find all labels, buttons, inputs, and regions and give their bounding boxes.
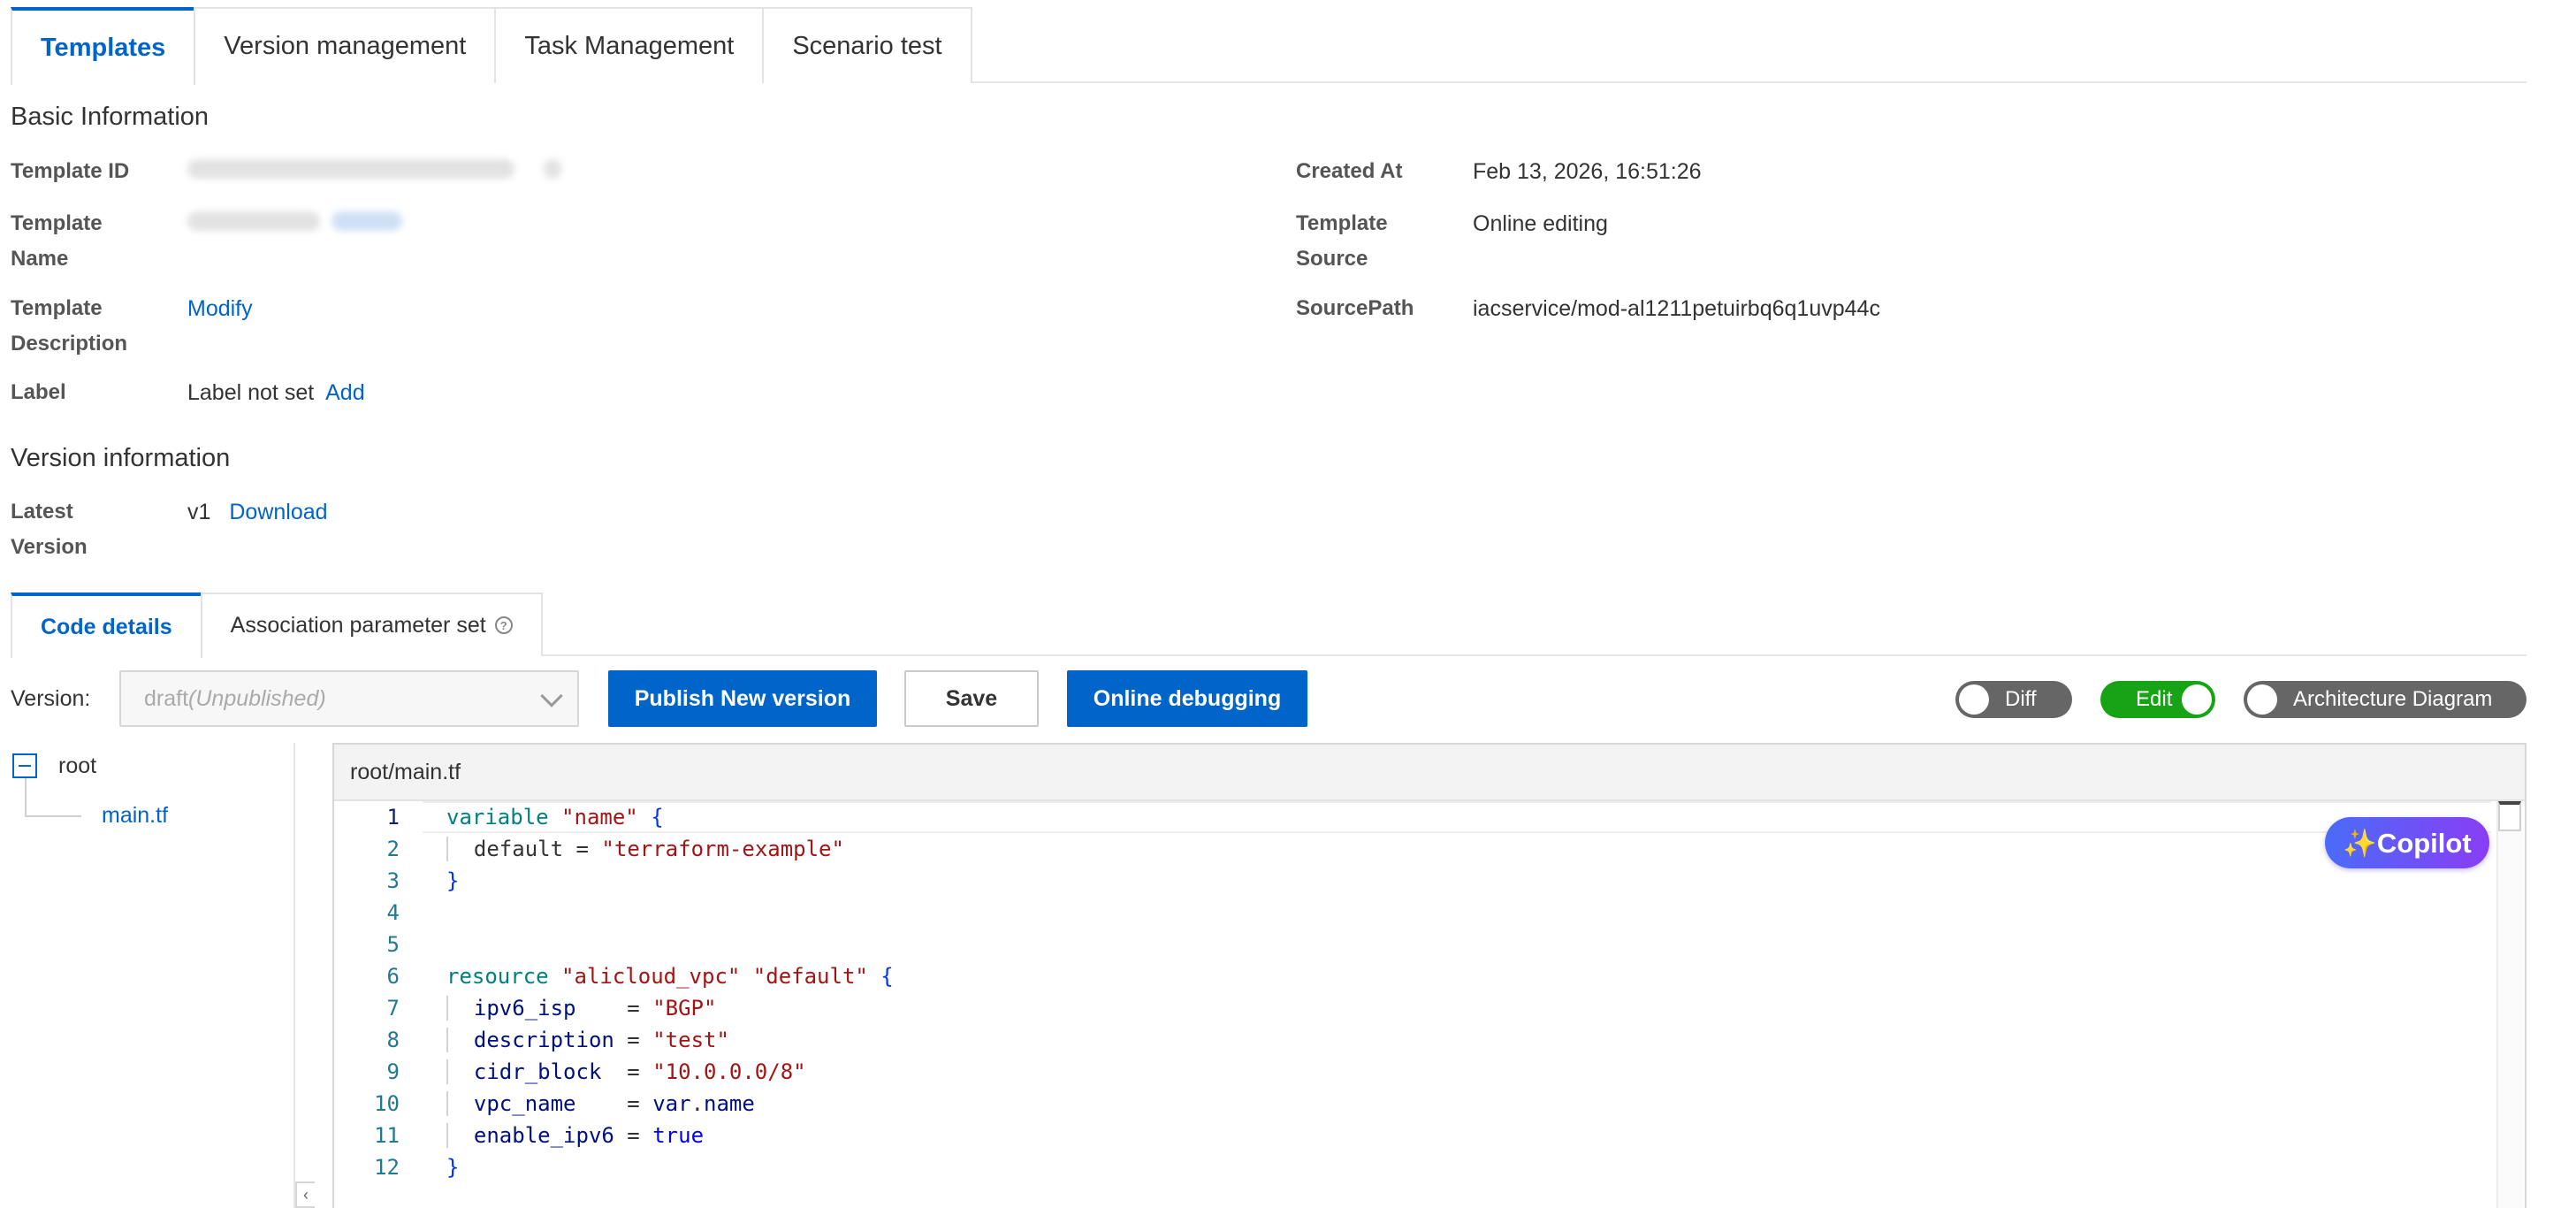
edit-toggle-label: Edit	[2136, 687, 2173, 711]
line-number-gutter: 1 2 3 4 5 6 7 8 9 10 11 12	[334, 801, 423, 1183]
tree-root-folder[interactable]: root	[58, 748, 96, 784]
edit-toggle-knob	[2182, 684, 2212, 715]
line-number: 12	[374, 1155, 400, 1180]
modify-description-link[interactable]: Modify	[187, 291, 253, 326]
tree-connector-horizontal	[25, 815, 81, 817]
tab-scenario-test[interactable]: Scenario test	[762, 7, 972, 83]
source-path-value: iacservice/mod-al1211petuirbq6q1uvp44c	[1473, 296, 1880, 321]
line-number: 6	[386, 964, 400, 989]
architecture-toggle-knob	[2247, 684, 2277, 715]
add-label-link[interactable]: Add	[325, 380, 364, 405]
line-number: 8	[386, 1028, 400, 1052]
code-content[interactable]: variable "name" { default = "terraform-e…	[446, 801, 2480, 1183]
code-line: }	[446, 868, 460, 893]
tab-version-management[interactable]: Version management	[194, 7, 497, 83]
label-value: Label not set Add	[187, 375, 365, 410]
editor-scrollbar[interactable]	[2496, 801, 2523, 1208]
tree-file-main-tf[interactable]: main.tf	[102, 798, 168, 833]
code-line: variable "name" {	[446, 805, 664, 830]
version-select-status: (Unpublished)	[188, 685, 326, 711]
latest-version-value: v1 Download	[187, 494, 328, 530]
label-not-set-text: Label not set	[187, 380, 315, 405]
line-number: 11	[374, 1123, 400, 1148]
help-icon[interactable]: ?	[494, 616, 513, 634]
created-at-label: Created At	[1296, 159, 1403, 183]
version-number: v1	[187, 500, 211, 524]
tab-task-management[interactable]: Task Management	[494, 7, 765, 83]
template-description-label: Template Description	[11, 296, 128, 356]
version-select-label: Version:	[11, 686, 91, 711]
basic-info-title: Basic Information	[11, 103, 210, 131]
panel-collapse-handle[interactable]: ‹	[295, 1181, 315, 1208]
line-number: 1	[386, 805, 400, 830]
architecture-toggle-label: Architecture Diagram	[2293, 687, 2493, 711]
code-line: cidr_block = "10.0.0.0/8"	[446, 1056, 2480, 1088]
architecture-diagram-toggle[interactable]: Architecture Diagram	[2244, 681, 2526, 718]
copilot-button[interactable]: ✨Copilot	[2325, 817, 2489, 868]
line-number: 5	[386, 932, 400, 957]
line-number: 3	[386, 868, 400, 893]
tab-templates[interactable]: Templates	[11, 7, 196, 85]
line-number: 9	[386, 1059, 400, 1084]
diff-toggle-label: Diff	[2005, 687, 2037, 711]
line-number: 10	[374, 1091, 400, 1116]
top-tab-bar: Templates Version management Task Manage…	[11, 7, 2526, 85]
version-select-value: draft	[144, 685, 189, 711]
template-source-value: Online editing	[1473, 211, 1608, 236]
edit-toggle[interactable]: Edit	[2100, 681, 2215, 718]
editor-file-path: root/main.tf	[334, 745, 2525, 801]
tab-association-parameter-set[interactable]: Association parameter set ?	[200, 593, 543, 656]
diff-toggle-knob	[1959, 684, 1989, 715]
tree-connector-vertical	[25, 778, 27, 817]
created-at-value: Feb 13, 2026, 16:51:26	[1473, 159, 1702, 184]
template-name-value-redacted	[187, 208, 402, 233]
code-tab-bar: Code details Association parameter set ?	[11, 593, 2526, 658]
download-link[interactable]: Download	[229, 500, 327, 524]
template-name-label: Template Name	[11, 211, 103, 271]
publish-new-version-button[interactable]: Publish New version	[608, 670, 877, 727]
online-debugging-button[interactable]: Online debugging	[1067, 670, 1307, 727]
save-button[interactable]: Save	[904, 670, 1039, 727]
code-line: resource "alicloud_vpc" "default" {	[446, 964, 894, 989]
latest-version-label: Latest Version	[11, 500, 88, 559]
chevron-down-icon	[540, 684, 563, 707]
code-line: description = "test"	[446, 1024, 2480, 1056]
template-id-value-redacted	[187, 156, 561, 181]
line-number: 2	[386, 837, 400, 861]
minimap-slider[interactable]	[2498, 801, 2521, 831]
code-line: vpc_name = var.name	[446, 1088, 2480, 1120]
version-select[interactable]: draft (Unpublished)	[119, 670, 579, 727]
version-info-title: Version information	[11, 444, 231, 472]
line-number: 4	[386, 900, 400, 925]
code-line: }	[446, 1155, 460, 1180]
collapse-folder-icon[interactable]	[12, 753, 37, 778]
line-number: 7	[386, 996, 400, 1021]
source-path-label: SourcePath	[1296, 296, 1414, 320]
label-label: Label	[11, 380, 66, 404]
code-line: default = "terraform-example"	[446, 833, 2480, 865]
template-source-label: Template Source	[1296, 211, 1388, 271]
association-tab-label: Association parameter set	[230, 612, 486, 638]
template-id-label: Template ID	[11, 159, 130, 183]
tab-code-details[interactable]: Code details	[11, 593, 202, 658]
code-line: enable_ipv6 = true	[446, 1120, 2480, 1151]
code-line: ipv6_isp = "BGP"	[446, 992, 2480, 1024]
diff-toggle[interactable]: Diff	[1955, 681, 2072, 718]
